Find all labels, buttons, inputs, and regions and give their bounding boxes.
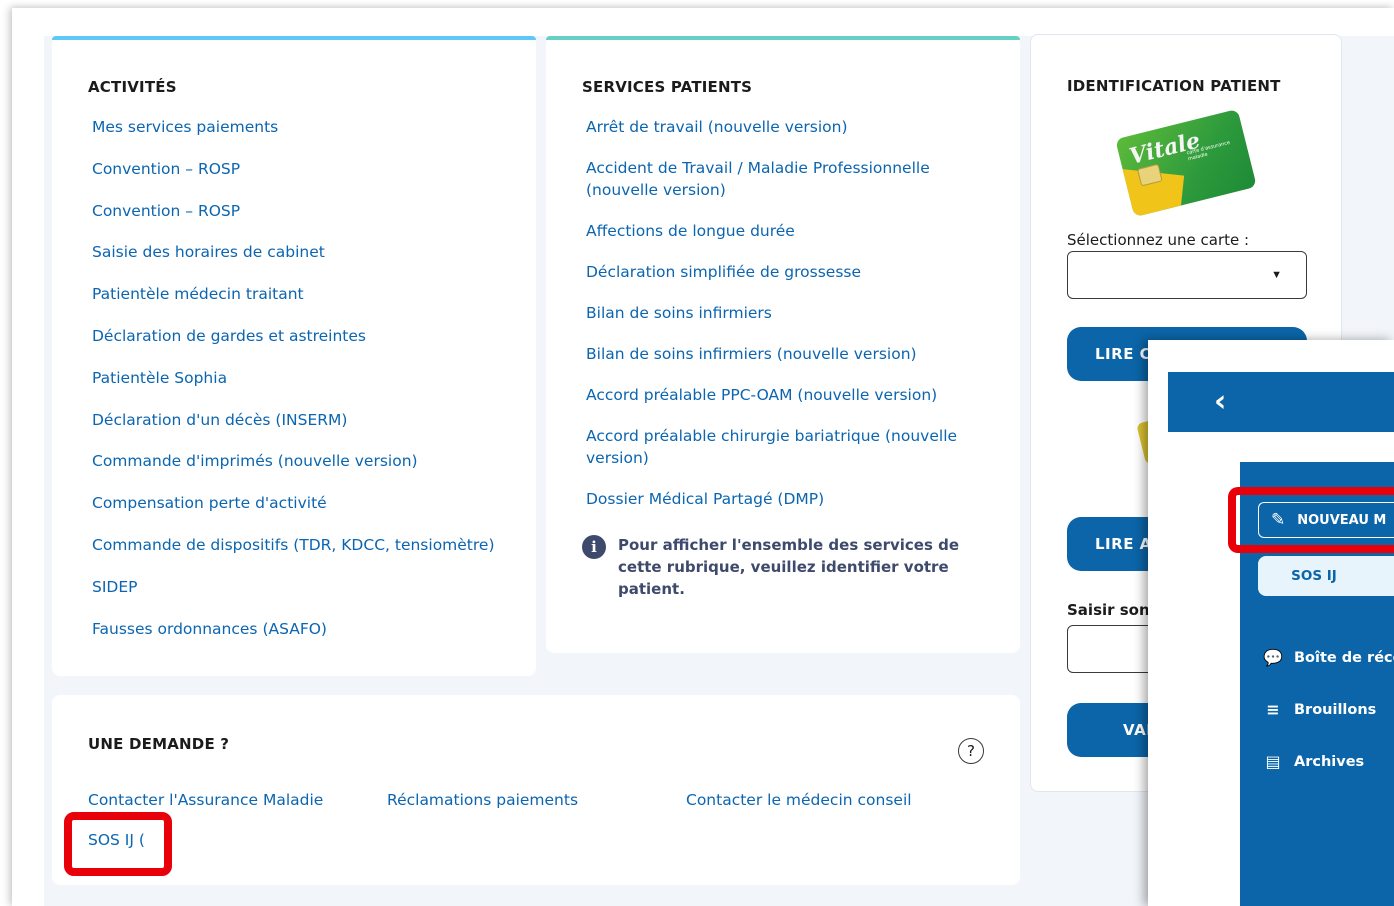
services-patients-links: Arrêt de travail (nouvelle version) Acci… <box>586 116 966 529</box>
card-accent-bar <box>546 36 1020 40</box>
card-accent-bar <box>52 36 536 40</box>
info-message: i Pour afficher l'ensemble des services … <box>582 534 962 600</box>
info-text: Pour afficher l'ensemble des services de… <box>618 536 960 598</box>
services-link[interactable]: Affections de longue durée <box>586 220 966 242</box>
help-icon[interactable]: ? <box>958 738 984 764</box>
archive-box-icon: ▤ <box>1265 752 1281 771</box>
services-link[interactable]: Accord préalable PPC-OAM (nouvelle versi… <box>586 384 966 406</box>
drafts-item[interactable]: ≡ Brouillons <box>1262 700 1376 719</box>
identification-title: IDENTIFICATION PATIENT <box>1067 77 1281 95</box>
card-select[interactable]: ▼ <box>1067 251 1307 299</box>
services-link[interactable]: Bilan de soins infirmiers (nouvelle vers… <box>586 343 966 365</box>
activites-link[interactable]: Convention – ROSP <box>92 200 512 222</box>
select-card-label: Sélectionnez une carte : <box>1067 231 1250 249</box>
info-icon: i <box>582 535 606 559</box>
activites-links: Mes services paiements Convention – ROSP… <box>92 116 512 659</box>
services-link[interactable]: Dossier Médical Partagé (DMP) <box>586 488 966 510</box>
services-patients-title: SERVICES PATIENTS <box>582 78 753 96</box>
services-link[interactable]: Arrêt de travail (nouvelle version) <box>586 116 966 138</box>
services-link[interactable]: Déclaration simplifiée de grossesse <box>586 261 966 283</box>
highlight-box <box>64 812 172 876</box>
activites-link[interactable]: Patientèle médecin traitant <box>92 283 512 305</box>
activites-link[interactable]: Déclaration de gardes et astreintes <box>92 325 512 347</box>
activites-link[interactable]: Mes services paiements <box>92 116 512 138</box>
activites-link[interactable]: Compensation perte d'activité <box>92 492 512 514</box>
messagerie-overlay: ‹ ✎ NOUVEAU M SOS IJ 💬 Boîte de réce ≡ B… <box>1148 340 1394 906</box>
services-link[interactable]: Accord préalable chirurgie bariatrique (… <box>586 425 966 469</box>
activites-link[interactable]: Saisie des horaires de cabinet <box>92 241 512 263</box>
activites-link[interactable]: Commande d'imprimés (nouvelle version) <box>92 450 512 472</box>
services-link[interactable]: Bilan de soins infirmiers <box>586 302 966 324</box>
activites-title: ACTIVITÉS <box>88 78 177 96</box>
sos-ij-button[interactable]: SOS IJ <box>1258 556 1394 596</box>
activites-link[interactable]: Fausses ordonnances (ASAFO) <box>92 618 512 640</box>
highlight-box <box>1228 487 1394 553</box>
back-arrow-icon[interactable]: ‹ <box>1214 384 1226 419</box>
activites-link[interactable]: Commande de dispositifs (TDR, KDCC, tens… <box>92 534 512 556</box>
activites-card: ACTIVITÉS Mes services paiements Convent… <box>52 36 536 676</box>
messagerie-header: ‹ <box>1168 372 1394 432</box>
inbox-label: Boîte de réce <box>1294 649 1394 666</box>
archives-item[interactable]: ▤ Archives <box>1262 752 1364 771</box>
demande-title: UNE DEMANDE ? <box>88 735 230 753</box>
demande-card: UNE DEMANDE ? ? Contacter l'Assurance Ma… <box>52 695 1020 885</box>
edit-lines-icon: ≡ <box>1266 700 1280 719</box>
activites-link[interactable]: Déclaration d'un décès (INSERM) <box>92 409 512 431</box>
services-link[interactable]: Accident de Travail / Maladie Profession… <box>586 157 966 201</box>
services-patients-card: SERVICES PATIENTS Arrêt de travail (nouv… <box>546 36 1020 653</box>
reclamations-link[interactable]: Réclamations paiements <box>387 791 578 809</box>
chat-bubbles-icon: 💬 <box>1263 648 1283 667</box>
activites-link[interactable]: SIDEP <box>92 576 512 598</box>
vitale-card-image: Vitale carte d'assurance maladie <box>1115 108 1257 218</box>
activites-link[interactable]: Convention – ROSP <box>92 158 512 180</box>
contact-assurance-link[interactable]: Contacter l'Assurance Maladie <box>88 791 323 809</box>
contact-medecin-link[interactable]: Contacter le médecin conseil <box>686 791 912 809</box>
activites-link[interactable]: Patientèle Sophia <box>92 367 512 389</box>
chevron-down-icon: ▼ <box>1271 269 1282 281</box>
drafts-label: Brouillons <box>1294 701 1377 718</box>
archives-label: Archives <box>1294 753 1365 770</box>
inbox-item[interactable]: 💬 Boîte de réce <box>1262 648 1394 667</box>
